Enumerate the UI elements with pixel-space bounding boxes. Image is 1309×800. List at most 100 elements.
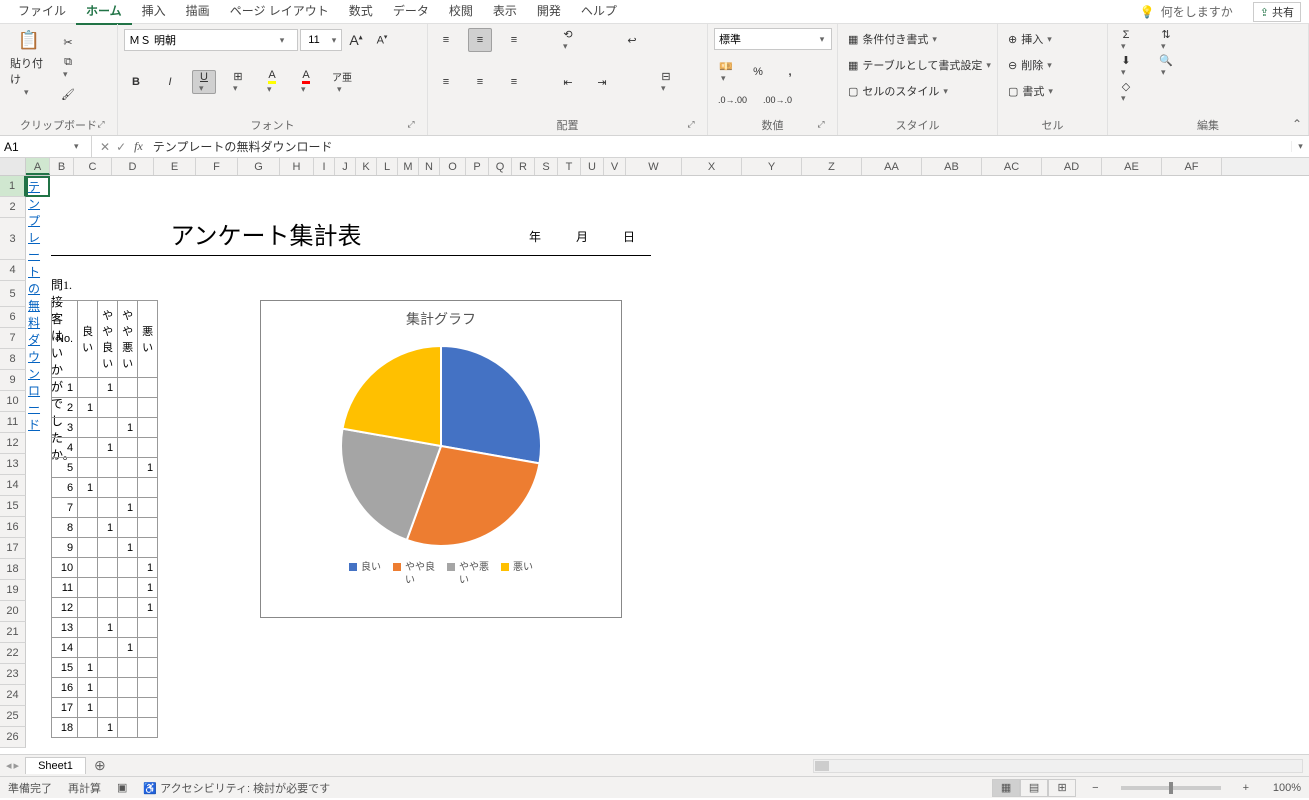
menu-ホーム[interactable]: ホーム xyxy=(76,0,132,25)
column-header-G[interactable]: G xyxy=(238,158,280,175)
pie-chart[interactable]: 集計グラフ 良いやや良いやや悪い悪い xyxy=(260,300,622,618)
font-size-combo[interactable]: ▾ xyxy=(300,29,342,51)
column-header-P[interactable]: P xyxy=(466,158,489,175)
format-cells-button[interactable]: ▢書式▾ xyxy=(1004,80,1057,102)
row-header-12[interactable]: 12 xyxy=(0,433,26,454)
row-header-19[interactable]: 19 xyxy=(0,580,26,601)
column-header-K[interactable]: K xyxy=(356,158,377,175)
row-header-18[interactable]: 18 xyxy=(0,559,26,580)
copy-button[interactable]: ⧉▾ xyxy=(56,56,80,80)
menu-開発[interactable]: 開発 xyxy=(527,0,571,25)
align-left-button[interactable]: ≡ xyxy=(434,70,458,94)
column-header-S[interactable]: S xyxy=(535,158,558,175)
column-header-X[interactable]: X xyxy=(682,158,742,175)
format-as-table-button[interactable]: ▦テーブルとして書式設定▾ xyxy=(844,54,995,76)
row-header-5[interactable]: 5 xyxy=(0,281,26,307)
zoom-value[interactable]: 100% xyxy=(1265,782,1301,794)
tell-me-search[interactable]: 💡 何をしますか xyxy=(1140,3,1233,20)
column-header-N[interactable]: N xyxy=(419,158,440,175)
conditional-format-button[interactable]: ▦条件付き書式▾ xyxy=(844,28,941,50)
decrease-font-button[interactable]: A▾ xyxy=(370,28,394,52)
fx-icon[interactable]: fx xyxy=(134,139,149,154)
column-header-AF[interactable]: AF xyxy=(1162,158,1222,175)
page-break-view-button[interactable]: ⊞ xyxy=(1048,779,1076,797)
column-header-H[interactable]: H xyxy=(280,158,314,175)
accounting-format-button[interactable]: 💴▾ xyxy=(714,60,738,84)
fill-color-button[interactable]: A▾ xyxy=(260,70,284,94)
row-header-8[interactable]: 8 xyxy=(0,349,26,370)
row-header-4[interactable]: 4 xyxy=(0,260,26,281)
row-header-14[interactable]: 14 xyxy=(0,475,26,496)
find-select-button[interactable]: 🔍▾ xyxy=(1154,54,1178,78)
menu-ページ レイアウト[interactable]: ページ レイアウト xyxy=(220,0,339,25)
column-header-A[interactable]: A xyxy=(26,158,50,175)
align-center-button[interactable]: ≡ xyxy=(468,70,492,94)
row-header-7[interactable]: 7 xyxy=(0,328,26,349)
alignment-launcher-icon[interactable]: ⤢ xyxy=(685,119,697,131)
menu-校閲[interactable]: 校閲 xyxy=(439,0,483,25)
column-header-AB[interactable]: AB xyxy=(922,158,982,175)
template-download-link[interactable]: テンプレートの無料ダウンロード xyxy=(28,178,40,433)
increase-font-button[interactable]: A▴ xyxy=(344,28,368,52)
column-header-T[interactable]: T xyxy=(558,158,581,175)
menu-数式[interactable]: 数式 xyxy=(339,0,383,25)
add-sheet-button[interactable]: ⊕ xyxy=(86,757,114,774)
column-header-Q[interactable]: Q xyxy=(489,158,512,175)
row-header-23[interactable]: 23 xyxy=(0,664,26,685)
sheet-tab-sheet1[interactable]: Sheet1 xyxy=(25,757,86,774)
column-header-D[interactable]: D xyxy=(112,158,154,175)
menu-ファイル[interactable]: ファイル xyxy=(8,0,76,25)
italic-button[interactable]: I xyxy=(158,70,182,94)
macro-record-icon[interactable]: ▣ xyxy=(117,781,127,794)
column-header-J[interactable]: J xyxy=(335,158,356,175)
row-header-13[interactable]: 13 xyxy=(0,454,26,475)
row-header-24[interactable]: 24 xyxy=(0,685,26,706)
column-header-M[interactable]: M xyxy=(398,158,419,175)
normal-view-button[interactable]: ▦ xyxy=(992,779,1020,797)
bold-button[interactable]: B xyxy=(124,70,148,94)
column-header-AA[interactable]: AA xyxy=(862,158,922,175)
column-header-W[interactable]: W xyxy=(626,158,682,175)
percent-button[interactable]: % xyxy=(746,60,770,84)
worksheet-grid[interactable]: ABCDEFGHIJKLMNOPQRSTUVWXYZAAABACADAEAF 1… xyxy=(0,158,1309,754)
menu-データ[interactable]: データ xyxy=(383,0,439,25)
comma-button[interactable]: , xyxy=(778,60,802,84)
row-header-21[interactable]: 21 xyxy=(0,622,26,643)
borders-button[interactable]: ⊞▾ xyxy=(226,70,250,94)
clipboard-launcher-icon[interactable]: ⤢ xyxy=(95,119,107,131)
confirm-formula-icon[interactable]: ✓ xyxy=(116,140,126,154)
merge-button[interactable]: ⊟▾ xyxy=(654,70,678,94)
increase-decimal-button[interactable]: .0→.00 xyxy=(714,88,751,112)
phonetic-button[interactable]: ア亜▾ xyxy=(328,70,356,94)
column-header-AE[interactable]: AE xyxy=(1102,158,1162,175)
zoom-slider[interactable] xyxy=(1121,786,1221,790)
column-header-AD[interactable]: AD xyxy=(1042,158,1102,175)
delete-cells-button[interactable]: ⊖削除▾ xyxy=(1004,54,1056,76)
column-header-O[interactable]: O xyxy=(440,158,466,175)
row-header-9[interactable]: 9 xyxy=(0,370,26,391)
collapse-ribbon-button[interactable]: ⌃ xyxy=(1292,117,1302,131)
select-all-button[interactable] xyxy=(0,158,26,175)
font-color-button[interactable]: A▾ xyxy=(294,70,318,94)
name-box[interactable]: ▾ xyxy=(0,136,92,157)
row-header-11[interactable]: 11 xyxy=(0,412,26,433)
column-header-AC[interactable]: AC xyxy=(982,158,1042,175)
sort-filter-button[interactable]: ⇅▾ xyxy=(1154,28,1178,52)
align-top-button[interactable]: ≡ xyxy=(434,28,458,52)
font-name-combo[interactable]: ▾ xyxy=(124,29,298,51)
number-format-combo[interactable]: ▾ xyxy=(714,28,832,50)
clear-button[interactable]: ◇▾ xyxy=(1114,80,1138,104)
align-middle-button[interactable]: ≡ xyxy=(468,28,492,52)
row-header-15[interactable]: 15 xyxy=(0,496,26,517)
column-header-B[interactable]: B xyxy=(50,158,74,175)
row-header-20[interactable]: 20 xyxy=(0,601,26,622)
column-header-E[interactable]: E xyxy=(154,158,196,175)
column-header-I[interactable]: I xyxy=(314,158,335,175)
horizontal-scrollbar[interactable] xyxy=(114,759,1309,773)
column-header-F[interactable]: F xyxy=(196,158,238,175)
expand-formula-button[interactable]: ▾ xyxy=(1291,141,1309,152)
autosum-button[interactable]: Σ▾ xyxy=(1114,28,1138,52)
tab-next-button[interactable]: ▸ xyxy=(14,759,20,772)
column-header-L[interactable]: L xyxy=(377,158,398,175)
page-layout-view-button[interactable]: ▤ xyxy=(1020,779,1048,797)
